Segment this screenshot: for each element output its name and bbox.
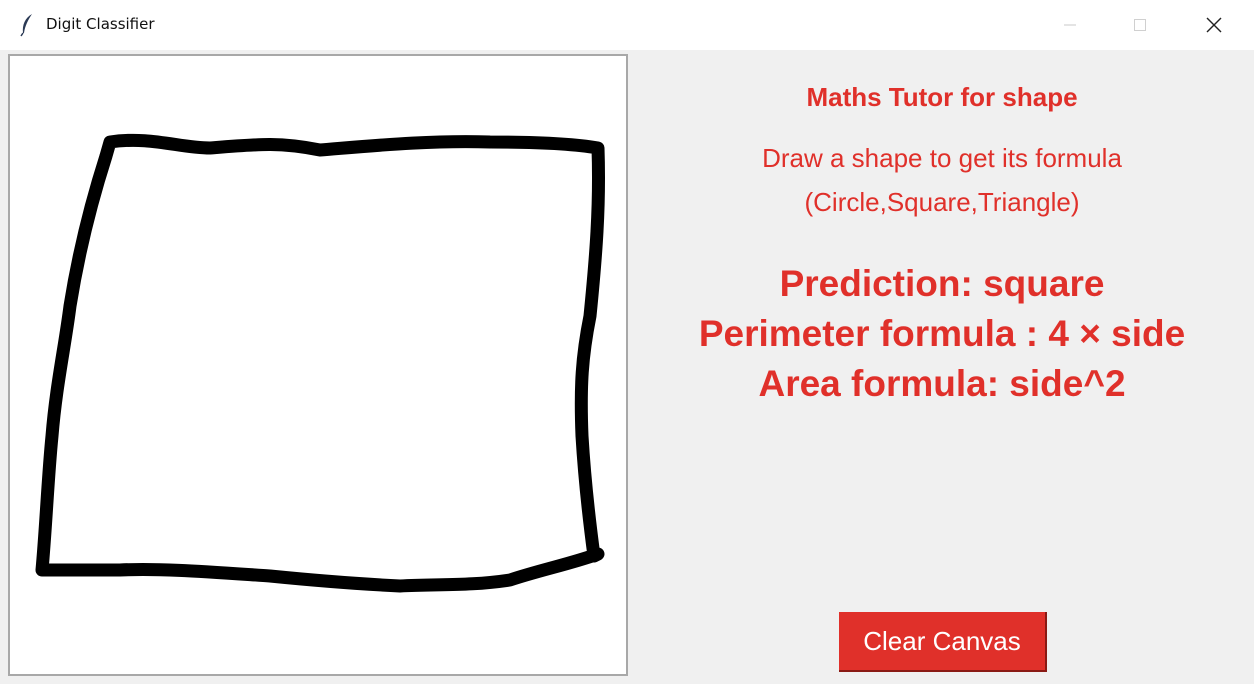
title-bar[interactable]: Digit Classifier (0, 0, 1254, 50)
minimize-button[interactable] (1040, 0, 1100, 50)
minimize-icon (1064, 24, 1076, 26)
maximize-button[interactable] (1110, 0, 1170, 50)
close-icon (1206, 17, 1222, 33)
tutor-title: Maths Tutor for shape (806, 82, 1078, 112)
drawing-canvas[interactable] (8, 54, 628, 676)
shape-options-text: (Circle,Square,Triangle) (804, 187, 1080, 217)
maximize-icon (1134, 19, 1146, 31)
info-panel: Maths Tutor for shape Draw a shape to ge… (632, 50, 1252, 684)
close-button[interactable] (1184, 0, 1244, 50)
instruction-text: Draw a shape to get its formula (762, 143, 1122, 173)
clear-canvas-button[interactable]: Clear Canvas (839, 612, 1047, 672)
drawn-square-stroke (35, 133, 606, 593)
area-formula-text: Area formula: side^2 (758, 363, 1126, 404)
window-title: Digit Classifier (46, 15, 155, 33)
prediction-text: Prediction: square (779, 263, 1105, 304)
feather-icon (19, 13, 35, 37)
perimeter-formula-text: Perimeter formula : 4 × side (698, 313, 1186, 354)
app-window: Digit Classifier Maths Tutor for shape D… (0, 0, 1254, 684)
